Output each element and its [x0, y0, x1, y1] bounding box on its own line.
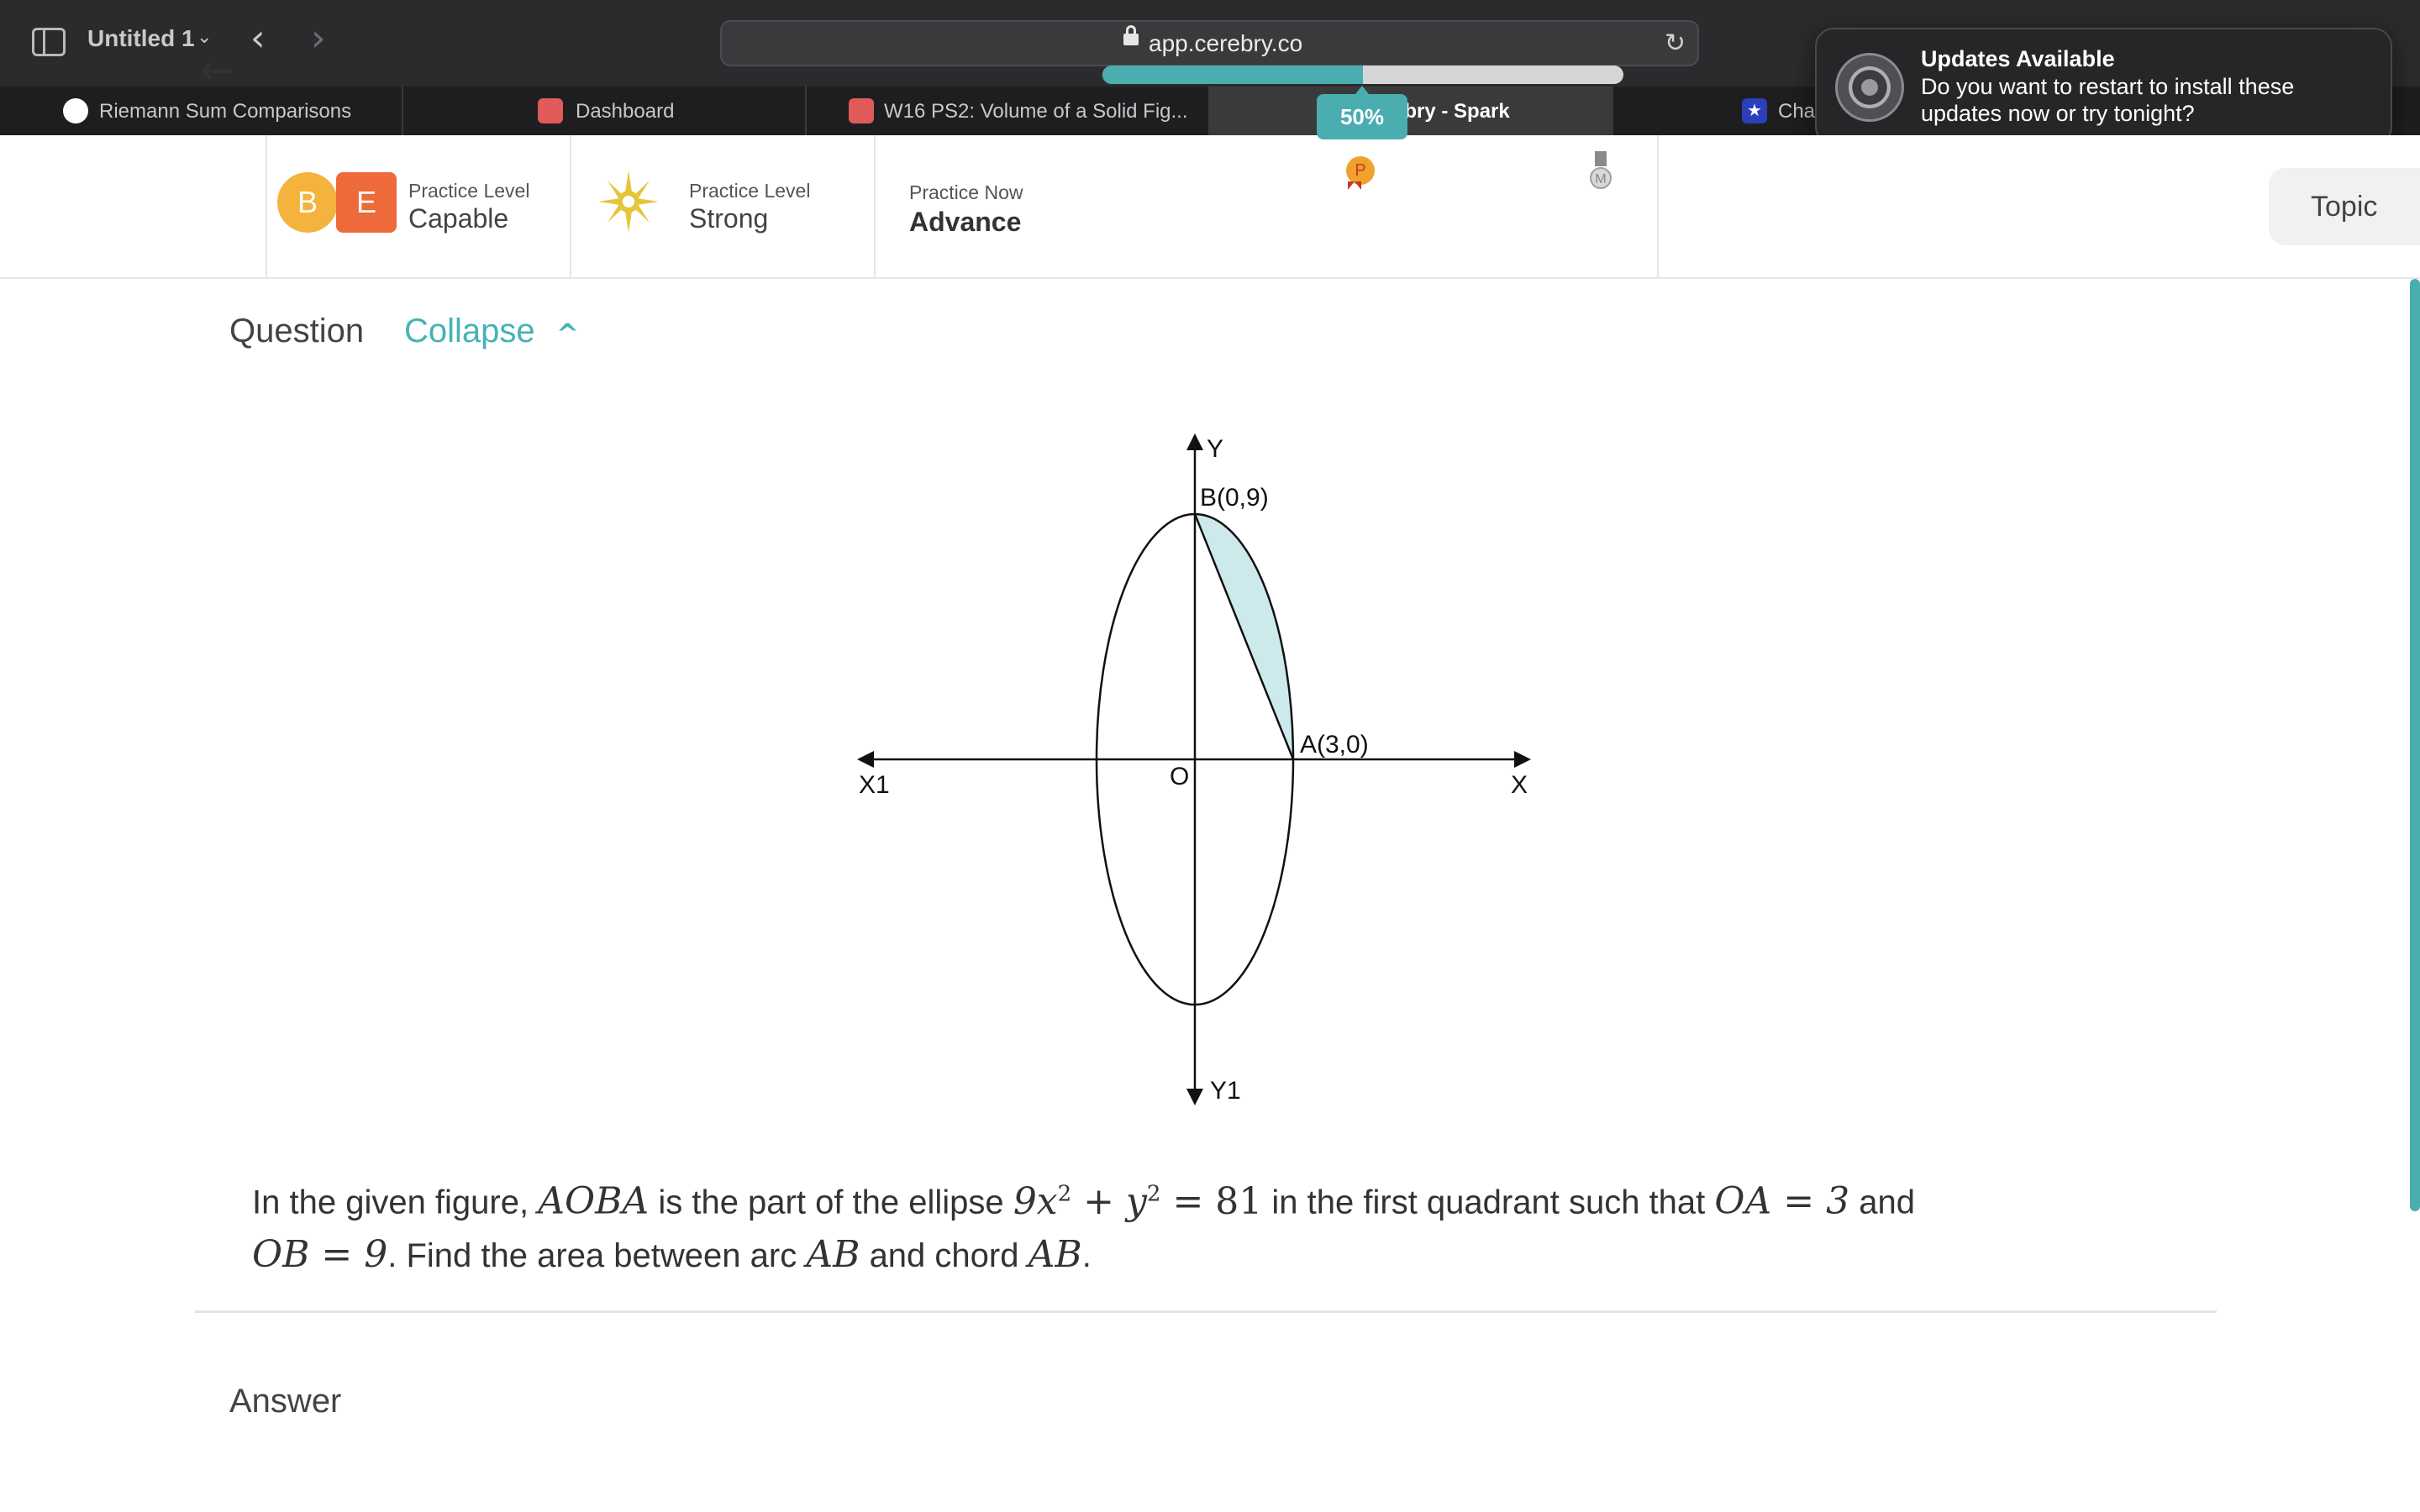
label-x1: X1: [859, 771, 890, 799]
practice-now-value: Advance: [909, 207, 1022, 237]
reload-icon[interactable]: ↻: [1665, 29, 1686, 58]
back-cell: [0, 135, 267, 278]
text-span: . Find the area between arc: [387, 1236, 797, 1274]
address-bar[interactable]: app.cerebry.co ↻: [720, 20, 1699, 66]
math-sup: 2: [1146, 1181, 1161, 1206]
math-oa: OA = 3: [1714, 1179, 1850, 1223]
updates-notification[interactable]: Updates Available Do you want to restart…: [1815, 28, 2392, 145]
sun-badge-icon: [598, 171, 659, 233]
label-origin: O: [1170, 763, 1189, 790]
openai-icon: [63, 98, 88, 123]
lock-icon: [1123, 25, 1139, 45]
tab-label: Riemann Sum Comparisons: [99, 100, 352, 123]
y-arrow-icon: [1186, 433, 1203, 450]
cerebry-red-icon: [849, 98, 874, 123]
notification-body: Do you want to restart to install these …: [1921, 74, 2295, 126]
window-title[interactable]: Untitled 1: [87, 25, 195, 52]
chevron-up-icon[interactable]: ^: [556, 318, 579, 349]
system-preferences-icon: [1835, 53, 1904, 122]
text-span: and chord: [869, 1236, 1019, 1274]
math-term: 9x: [1013, 1179, 1058, 1223]
text-span: and: [1859, 1184, 1915, 1221]
math-ob: OB = 9: [252, 1232, 388, 1276]
page-scrollbar[interactable]: [2410, 279, 2420, 1211]
math-ellipse-equation: 9x2 + y2 = 81: [1013, 1180, 1262, 1223]
text-span: .: [1081, 1236, 1092, 1274]
x-arrow-icon: [1514, 751, 1531, 768]
tab-dashboard[interactable]: Dashboard: [403, 87, 807, 135]
chevron-down-icon[interactable]: ⌄: [197, 27, 212, 48]
progress-fill: [1102, 66, 1363, 84]
cerebry-red-icon: [538, 98, 563, 123]
medal-m-label: M: [1595, 172, 1607, 186]
label-point-b: B(0,9): [1200, 484, 1269, 512]
topic-button[interactable]: Topic: [2269, 168, 2420, 245]
math-sup: 2: [1057, 1181, 1072, 1206]
level-value: Capable: [408, 203, 509, 234]
back-arrow-icon[interactable]: ←: [200, 47, 234, 94]
text-span: in the first quadrant such that: [1271, 1184, 1706, 1221]
question-text: In the given figure, AOBA is the part of…: [252, 1168, 2118, 1282]
text-span: In the given figure,: [252, 1184, 529, 1221]
url-text[interactable]: app.cerebry.co: [1149, 30, 1302, 57]
collapse-link[interactable]: Collapse: [404, 312, 535, 350]
level-value: Strong: [689, 203, 769, 234]
tab-label: W16 PS2: Volume of a Solid Fig...: [884, 100, 1188, 123]
tab-label: Cha: [1778, 100, 1816, 123]
label-y: Y: [1207, 435, 1223, 463]
y1-arrow-icon: [1186, 1089, 1203, 1105]
label-x: X: [1511, 771, 1528, 799]
answer-heading: Answer: [229, 1383, 342, 1420]
math-term: + y: [1083, 1179, 1147, 1223]
back-chevron-icon[interactable]: ‹: [250, 17, 266, 60]
section-divider: [195, 1310, 2217, 1313]
text-span: is the part of the ellipse: [658, 1184, 1004, 1221]
tab-cerebry-spark[interactable]: Cerebry - Spark: [1210, 87, 1613, 135]
badge-e-icon: E: [336, 172, 397, 233]
badge-b-icon: B: [277, 172, 338, 233]
label-point-a: A(3,0): [1300, 731, 1369, 759]
notification-title: Updates Available: [1921, 46, 2115, 71]
progress-bar: [1102, 66, 1623, 84]
math-term: = 81: [1172, 1179, 1263, 1223]
ribbon-icon: [1348, 181, 1361, 190]
math-ab: AB: [1028, 1232, 1082, 1276]
sidebar-toggle-icon[interactable]: [32, 28, 66, 56]
question-heading: Question: [229, 312, 365, 349]
level-caption: Practice Level: [408, 180, 530, 202]
label-y1: Y1: [1210, 1077, 1241, 1105]
practice-now-caption: Practice Now: [909, 181, 1023, 203]
level-caption: Practice Level: [689, 180, 811, 202]
math-ab: AB: [806, 1232, 860, 1276]
ellipse-figure: Y B(0,9) A(3,0) X1 O X Y1: [857, 433, 1531, 1105]
x1-arrow-icon: [857, 751, 874, 768]
medal-p-icon: P: [1346, 156, 1375, 185]
math-aoba: AOBA: [538, 1179, 650, 1223]
forward-chevron-icon[interactable]: ›: [311, 17, 326, 60]
tab-label: Dashboard: [576, 100, 675, 123]
star-icon: ★: [1742, 98, 1767, 123]
progress-percent-badge: 50%: [1317, 86, 1407, 139]
tab-w16-ps2[interactable]: W16 PS2: Volume of a Solid Fig...: [807, 87, 1210, 135]
